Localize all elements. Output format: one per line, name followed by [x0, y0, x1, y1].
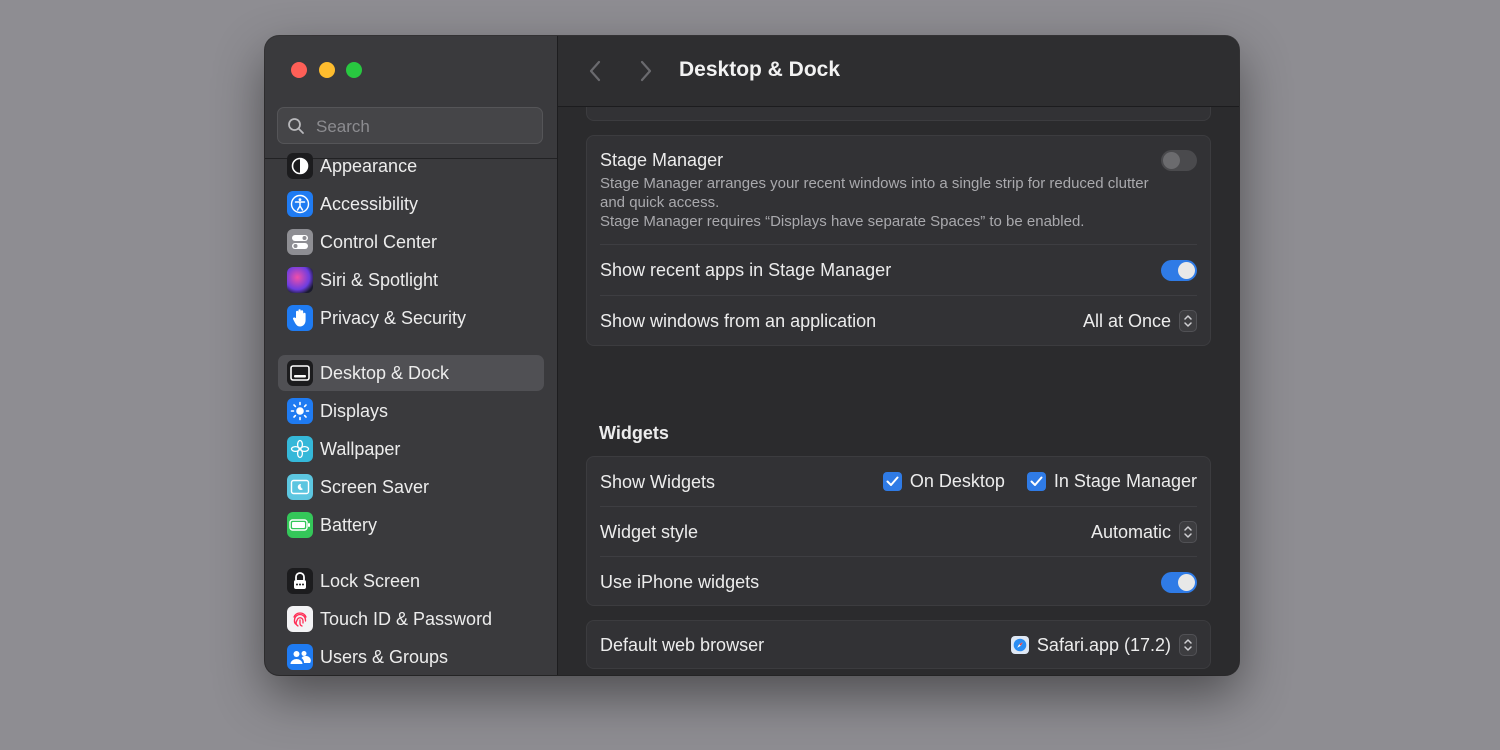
maximize-window-button[interactable]	[346, 62, 362, 78]
sidebar-item-label: Appearance	[320, 156, 417, 177]
sidebar-item-label: Wallpaper	[320, 439, 400, 460]
sidebar-item-screen-saver[interactable]: Screen Saver	[278, 469, 544, 505]
search-input[interactable]	[314, 108, 538, 145]
sun-icon	[287, 398, 313, 424]
widgets-card: Show Widgets On Desktop In Stage Manager	[586, 456, 1211, 606]
show-windows-label: Show windows from an application	[600, 311, 876, 332]
row-divider	[600, 506, 1197, 507]
sidebar-item-label: Users & Groups	[320, 647, 448, 668]
flower-icon	[287, 436, 313, 462]
sidebar-item-appearance[interactable]: Appearance	[278, 148, 544, 184]
default-browser-value: Safari.app (17.2)	[1037, 635, 1171, 656]
sidebar-item-label: Privacy & Security	[320, 308, 466, 329]
on-desktop-label: On Desktop	[910, 471, 1005, 492]
stage-manager-description: Stage Manager arranges your recent windo…	[600, 174, 1160, 231]
sidebar-item-lock-screen[interactable]: Lock Screen	[278, 563, 544, 599]
safari-icon	[1011, 636, 1029, 654]
sidebar: Appearance Accessibility Control Center …	[265, 36, 558, 675]
iphone-widgets-toggle[interactable]	[1161, 572, 1197, 593]
search-icon	[287, 117, 305, 135]
chevron-up-down-icon	[1179, 310, 1197, 332]
stage-manager-card: Stage Manager Stage Manager arranges you…	[586, 135, 1211, 346]
toolbar: Desktop & Dock	[558, 36, 1239, 107]
chevron-up-down-icon	[1179, 634, 1197, 656]
previous-settings-card	[586, 107, 1211, 121]
sidebar-item-users-groups[interactable]: Users & Groups	[278, 639, 544, 675]
widget-style-value: Automatic	[1091, 522, 1171, 543]
on-desktop-checkbox[interactable]	[883, 472, 902, 491]
sidebar-item-battery[interactable]: Battery	[278, 507, 544, 543]
settings-content: Stage Manager Stage Manager arranges you…	[558, 107, 1239, 675]
fingerprint-icon	[287, 606, 313, 632]
sidebar-item-desktop-dock[interactable]: Desktop & Dock	[278, 355, 544, 391]
users-icon	[287, 644, 313, 670]
sidebar-item-label: Touch ID & Password	[320, 609, 492, 630]
stage-manager-description-line: Stage Manager arranges your recent windo…	[600, 174, 1160, 212]
settings-window: Appearance Accessibility Control Center …	[265, 36, 1239, 675]
show-widgets-label: Show Widgets	[600, 472, 715, 493]
lock-icon	[287, 568, 313, 594]
close-window-button[interactable]	[291, 62, 307, 78]
stage-manager-toggle[interactable]	[1161, 150, 1197, 171]
accessibility-icon	[287, 191, 313, 217]
chevron-right-icon[interactable]	[633, 58, 657, 84]
sidebar-item-label: Siri & Spotlight	[320, 270, 438, 291]
sidebar-item-label: Desktop & Dock	[320, 363, 449, 384]
row-divider	[600, 556, 1197, 557]
default-browser-card: Default web browser Safari.app (17.2)	[586, 620, 1211, 669]
iphone-widgets-label: Use iPhone widgets	[600, 572, 759, 593]
stage-manager-requirement-line: Stage Manager requires “Displays have se…	[600, 212, 1160, 231]
stage-manager-label: Stage Manager	[600, 150, 723, 171]
sidebar-item-label: Screen Saver	[320, 477, 429, 498]
sidebar-item-label: Battery	[320, 515, 377, 536]
chevron-left-icon[interactable]	[584, 58, 608, 84]
dock-icon	[287, 360, 313, 386]
in-stage-manager-label: In Stage Manager	[1054, 471, 1197, 492]
page-title: Desktop & Dock	[679, 58, 840, 82]
minimize-window-button[interactable]	[319, 62, 335, 78]
appearance-icon	[287, 153, 313, 179]
default-browser-popup[interactable]: Safari.app (17.2)	[1011, 633, 1197, 657]
siri-icon	[287, 267, 313, 293]
hand-icon	[287, 305, 313, 331]
row-divider	[600, 295, 1197, 296]
sidebar-item-label: Lock Screen	[320, 571, 420, 592]
widget-style-popup[interactable]: Automatic	[1091, 520, 1197, 544]
recent-apps-label: Show recent apps in Stage Manager	[600, 260, 891, 281]
on-desktop-option[interactable]: On Desktop	[883, 471, 1005, 492]
main-pane: Desktop & Dock Stage Manager Stage Manag…	[558, 36, 1239, 675]
widgets-section-title: Widgets	[599, 423, 669, 444]
in-stage-manager-checkbox[interactable]	[1027, 472, 1046, 491]
sidebar-item-label: Displays	[320, 401, 388, 422]
screen-saver-icon	[287, 474, 313, 500]
in-stage-manager-option[interactable]: In Stage Manager	[1027, 471, 1197, 492]
sidebar-item-wallpaper[interactable]: Wallpaper	[278, 431, 544, 467]
chevron-up-down-icon	[1179, 521, 1197, 543]
sidebar-item-control-center[interactable]: Control Center	[278, 224, 544, 260]
sidebar-item-label: Accessibility	[320, 194, 418, 215]
sidebar-item-displays[interactable]: Displays	[278, 393, 544, 429]
battery-icon	[287, 512, 313, 538]
search-field[interactable]	[277, 107, 543, 144]
show-windows-popup[interactable]: All at Once	[1083, 309, 1197, 333]
sidebar-item-label: Control Center	[320, 232, 437, 253]
show-widgets-options: On Desktop In Stage Manager	[883, 471, 1197, 492]
show-windows-value: All at Once	[1083, 311, 1171, 332]
sidebar-item-touch-id[interactable]: Touch ID & Password	[278, 601, 544, 637]
sidebar-item-privacy-security[interactable]: Privacy & Security	[278, 300, 544, 336]
row-divider	[600, 244, 1197, 245]
sidebar-item-accessibility[interactable]: Accessibility	[278, 186, 544, 222]
control-center-icon	[287, 229, 313, 255]
recent-apps-toggle[interactable]	[1161, 260, 1197, 281]
widget-style-label: Widget style	[600, 522, 698, 543]
sidebar-item-siri-spotlight[interactable]: Siri & Spotlight	[278, 262, 544, 298]
default-browser-label: Default web browser	[600, 635, 764, 656]
